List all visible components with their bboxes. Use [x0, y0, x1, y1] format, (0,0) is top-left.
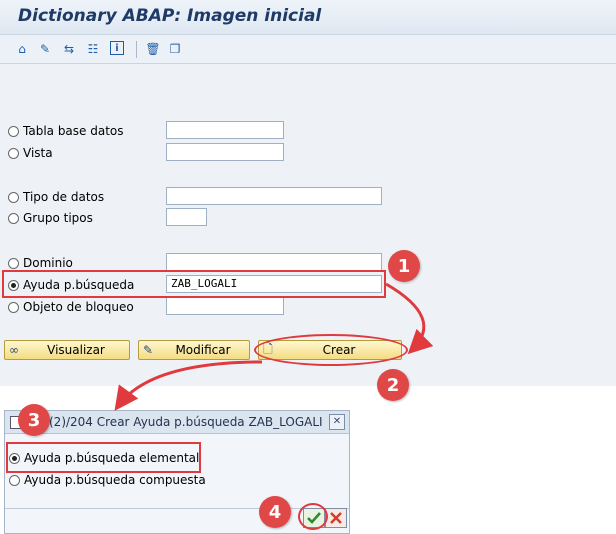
- label-typegroup: Grupo tipos: [23, 211, 93, 225]
- display-button[interactable]: ∞ Visualizar: [4, 340, 130, 360]
- label-view: Vista: [23, 146, 53, 160]
- glasses-icon: ∞: [9, 343, 19, 357]
- dialog-title: (2)/204 Crear Ayuda p.búsqueda ZAB_LOGAL…: [49, 415, 323, 429]
- dialog-divider: [5, 508, 349, 509]
- display-button-label: Visualizar: [47, 343, 105, 357]
- hierarchy-icon[interactable]: ☷: [85, 41, 101, 57]
- toolbar-separator: [136, 41, 137, 58]
- field-domain[interactable]: [166, 253, 382, 271]
- info-icon[interactable]: i: [110, 41, 124, 55]
- label-lockobject: Objeto de bloqueo: [23, 300, 134, 314]
- radio-lockobject[interactable]: [8, 301, 19, 313]
- radio-table[interactable]: [8, 125, 19, 137]
- step-badge-3: 3: [18, 404, 50, 436]
- highlight-searchhelp-row: [2, 270, 386, 298]
- highlight-confirm-button: [298, 503, 328, 530]
- field-table[interactable]: [166, 121, 284, 139]
- field-lockobject[interactable]: [166, 297, 284, 315]
- object-row-view[interactable]: Vista: [8, 144, 53, 162]
- object-row-table[interactable]: Tabla base datos: [8, 122, 124, 140]
- label-datatype: Tipo de datos: [23, 190, 105, 204]
- toolbar: ⌂ ✎ ⇆ ☷ i 🗑 ❐: [0, 35, 616, 64]
- label-domain: Dominio: [23, 256, 73, 270]
- where-used-icon[interactable]: ⌂: [14, 41, 30, 57]
- modify-button[interactable]: ✎ Modificar: [138, 340, 250, 360]
- radio-composite[interactable]: [9, 474, 20, 486]
- pencil-icon: ✎: [142, 343, 154, 357]
- highlight-elemental-option: [6, 442, 201, 473]
- label-table: Tabla base datos: [23, 124, 124, 138]
- activate-icon[interactable]: ⇆: [61, 41, 77, 57]
- delete-icon[interactable]: 🗑: [145, 41, 161, 57]
- highlight-create-button: [254, 334, 408, 366]
- edit-icon[interactable]: ✎: [37, 41, 53, 57]
- title-bar: Dictionary ABAP: Imagen inicial: [0, 0, 616, 35]
- modify-button-label: Modificar: [175, 343, 231, 357]
- field-typegroup[interactable]: [166, 208, 207, 226]
- step-badge-2: 2: [377, 369, 409, 401]
- object-row-typegroup[interactable]: Grupo tipos: [8, 209, 93, 227]
- radio-typegroup[interactable]: [8, 212, 19, 224]
- object-row-lockobject[interactable]: Objeto de bloqueo: [8, 298, 134, 316]
- radio-view[interactable]: [8, 147, 19, 159]
- dialog-title-bar: (2)/204 Crear Ayuda p.búsqueda ZAB_LOGAL…: [5, 411, 349, 434]
- step-badge-1: 1: [388, 250, 420, 282]
- label-composite: Ayuda p.búsqueda compuesta: [24, 473, 206, 487]
- window-title: Dictionary ABAP: Imagen inicial: [18, 6, 322, 26]
- close-icon[interactable]: ✕: [329, 414, 345, 430]
- field-view[interactable]: [166, 143, 284, 161]
- cancel-x-icon: [330, 512, 342, 524]
- copy-icon[interactable]: ❐: [167, 41, 183, 57]
- step-badge-4: 4: [259, 496, 291, 528]
- radio-domain[interactable]: [8, 257, 19, 269]
- cancel-button[interactable]: [325, 508, 347, 528]
- object-row-datatype[interactable]: Tipo de datos: [8, 188, 104, 206]
- dialog-option-composite[interactable]: Ayuda p.búsqueda compuesta: [9, 471, 206, 489]
- radio-datatype[interactable]: [8, 191, 19, 203]
- field-datatype[interactable]: [166, 187, 382, 205]
